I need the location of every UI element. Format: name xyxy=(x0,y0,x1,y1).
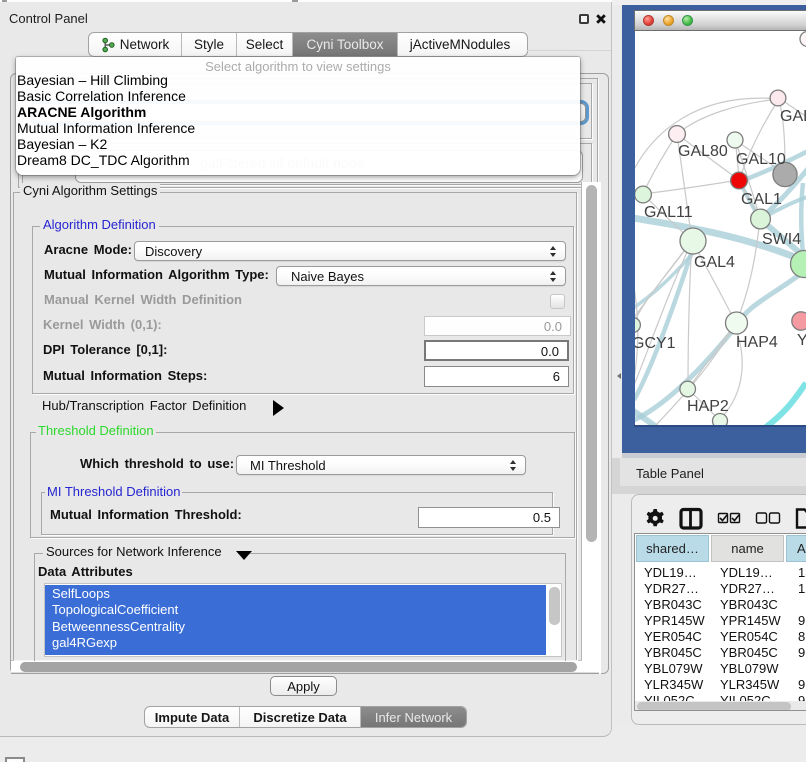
svg-text:SWI4: SWI4 xyxy=(762,231,801,248)
svg-text:Y: Y xyxy=(797,332,806,349)
svg-text:GAL4: GAL4 xyxy=(694,254,735,271)
svg-text:GAL1: GAL1 xyxy=(741,191,782,208)
svg-text:GAL: GAL xyxy=(780,108,806,125)
svg-text:GCY1: GCY1 xyxy=(635,335,676,352)
svg-text:GAL10: GAL10 xyxy=(736,151,786,168)
svg-text:HAP4: HAP4 xyxy=(736,334,778,351)
svg-text:GAL11: GAL11 xyxy=(644,204,693,221)
svg-text:GAL80: GAL80 xyxy=(678,143,728,160)
svg-text:HAP2: HAP2 xyxy=(687,398,729,415)
